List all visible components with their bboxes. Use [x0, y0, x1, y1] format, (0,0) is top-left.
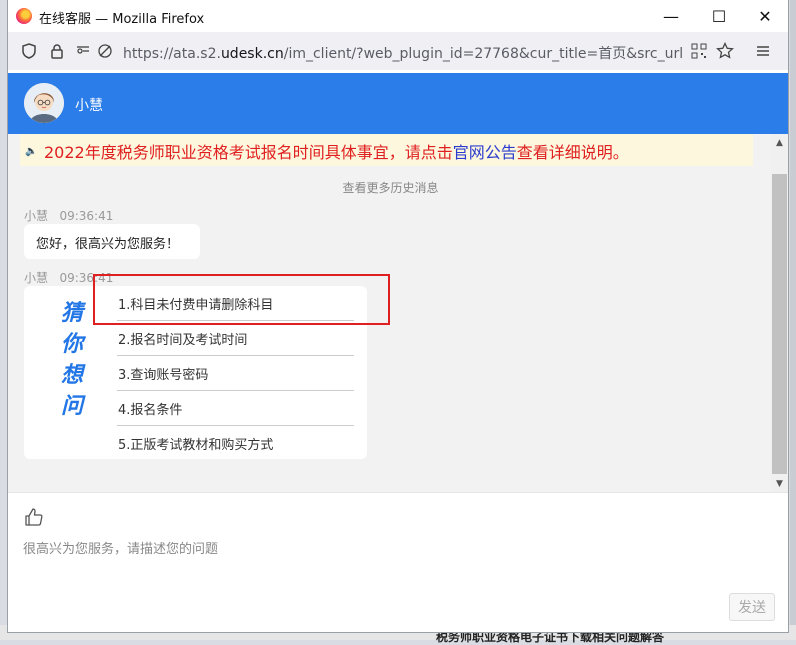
close-icon[interactable]: ✕ [746, 4, 784, 28]
send-button[interactable]: 发送 [729, 593, 775, 621]
browser-window: 在线客服 — Mozilla Firefox — ☐ ✕ https://ata… [8, 0, 788, 632]
permissions-icon[interactable] [74, 42, 92, 60]
faq-option[interactable]: 4.报名条件 [117, 391, 354, 426]
shield-icon[interactable] [20, 42, 38, 60]
menu-icon[interactable] [754, 42, 772, 60]
url-text[interactable]: https://ata.s2.udesk.cn/im_client/?web_p… [123, 43, 683, 63]
background-page-edge [790, 0, 796, 640]
message-input-area[interactable]: 很高兴为您服务，请描述您的问题 发送 [8, 492, 788, 632]
scroll-up-arrow-icon[interactable]: ▲ [771, 134, 788, 151]
lock-icon[interactable] [48, 42, 66, 60]
title-bar: 在线客服 — Mozilla Firefox — ☐ ✕ [8, 0, 788, 32]
speaker-icon: 🔈 [25, 146, 38, 157]
message-input-placeholder[interactable]: 很高兴为您服务，请描述您的问题 [23, 538, 218, 557]
highlight-box [93, 274, 390, 325]
chat-scrollbar[interactable]: ▲ ▼ [771, 134, 788, 492]
faq-option[interactable]: 2.报名时间及考试时间 [117, 321, 354, 356]
agent-avatar [24, 83, 64, 123]
maximize-icon[interactable]: ☐ [700, 4, 738, 28]
window-title: 在线客服 — Mozilla Firefox [39, 12, 205, 27]
faq-option[interactable]: 5.正版考试教材和购买方式 [117, 426, 354, 460]
tracking-protection-icon[interactable] [96, 42, 114, 60]
message-bubble: 您好，很高兴为您服务！ [24, 224, 200, 259]
faq-option[interactable]: 3.查询账号密码 [117, 356, 354, 391]
official-notice-link[interactable]: 官网公告 [453, 143, 517, 162]
message-text: 您好，很高兴为您服务！ [36, 237, 180, 252]
scroll-down-arrow-icon[interactable]: ▼ [771, 475, 788, 492]
chat-header: 小慧 [8, 73, 788, 134]
qr-code-icon[interactable] [690, 42, 708, 60]
announcement-bar: 🔈 2022年度税务师职业资格考试报名时间具体事宜，请点击官网公告查看详细说明。 [20, 134, 753, 166]
minimize-icon[interactable]: — [652, 4, 690, 28]
firefox-logo-icon [16, 8, 32, 24]
guess-you-ask-label: 猜 你 想 问 [60, 301, 83, 419]
agent-name: 小慧 [75, 98, 103, 114]
announcement-text: 2022年度税务师职业资格考试报名时间具体事宜，请点击官网公告查看详细说明。 [44, 143, 629, 162]
message-meta: 小慧 09:36:41 [24, 209, 114, 223]
scrollbar-thumb[interactable] [772, 174, 787, 474]
bookmark-star-icon[interactable] [716, 42, 734, 60]
more-history-link[interactable]: 查看更多历史消息 [8, 179, 773, 196]
thumbs-up-icon[interactable] [24, 507, 44, 527]
